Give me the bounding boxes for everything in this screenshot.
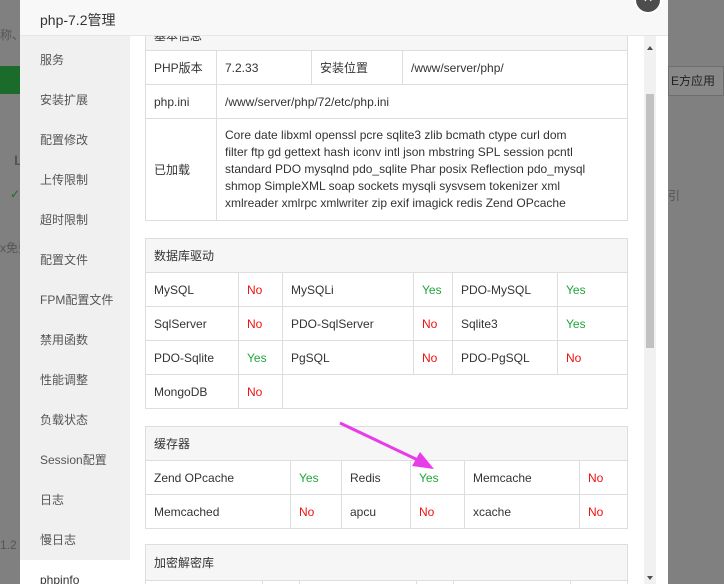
bg-fragment: 引 — [668, 189, 681, 203]
bg-third-party-apps: E方应用 — [668, 66, 724, 96]
annotation-arrow-icon — [339, 421, 434, 469]
php-manager-dialog: php-7.2管理 服务 安装扩展 配置修改 上传限制 超时限制 配置文件 FP… — [20, 0, 668, 584]
bg-green-button — [0, 66, 20, 94]
bg-fragment: 1.2 — [0, 538, 17, 552]
bg-fragment: ✓ — [10, 187, 21, 201]
